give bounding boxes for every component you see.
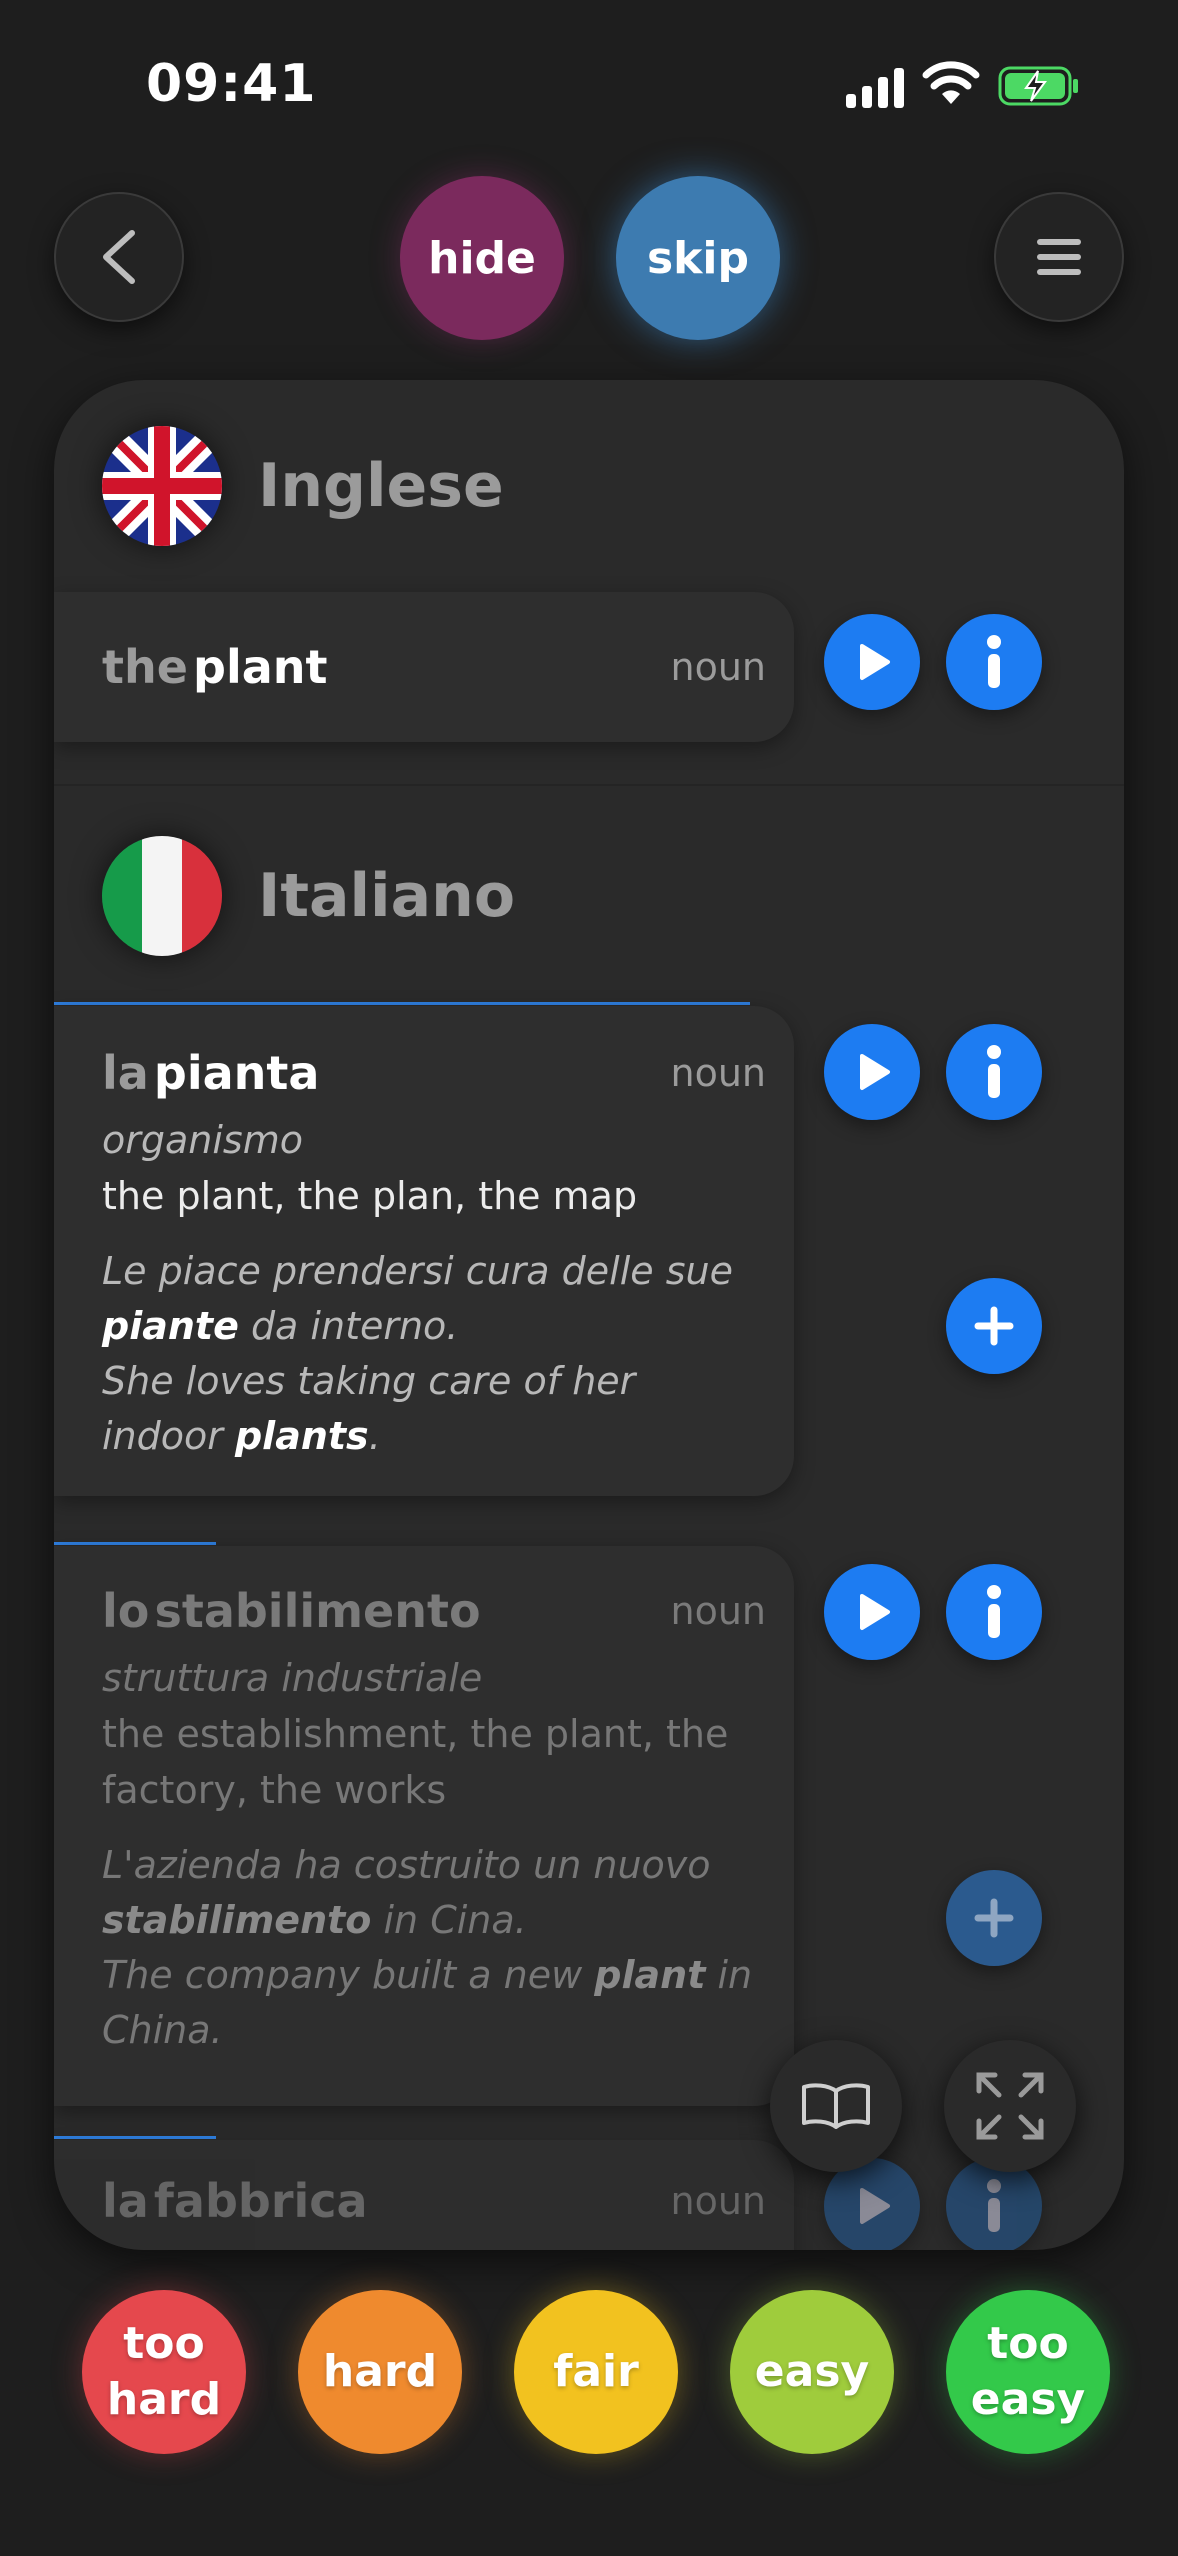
play-button[interactable] xyxy=(824,1564,920,1660)
entry-word: fabbrica xyxy=(153,2174,368,2228)
info-icon xyxy=(987,2179,1001,2232)
dictionary-button[interactable] xyxy=(770,2040,902,2172)
play-button[interactable] xyxy=(824,1024,920,1120)
target-entry[interactable]: lo stabilimento noun struttura industria… xyxy=(54,1546,794,2106)
uk-flag-icon xyxy=(102,426,222,546)
play-icon xyxy=(860,644,890,680)
play-icon xyxy=(860,1054,890,1090)
entry-word: stabilimento xyxy=(154,1584,481,1638)
entry-article: la xyxy=(102,2174,149,2228)
back-button[interactable] xyxy=(54,192,184,322)
entry-progress-bar xyxy=(54,2136,216,2139)
expand-button[interactable] xyxy=(944,2040,1076,2172)
target-language-header: Italiano xyxy=(102,836,515,956)
hide-button[interactable]: hide xyxy=(400,176,564,340)
entry-translations: the establishment, the plant, the factor… xyxy=(102,1712,729,1812)
entry-pos: noun xyxy=(670,2179,766,2223)
entry-sense: struttura industriale xyxy=(102,1656,483,1700)
target-language-name: Italiano xyxy=(258,861,516,931)
expand-icon xyxy=(976,2072,1044,2140)
back-chevron-icon xyxy=(103,230,135,284)
signal-icon xyxy=(846,64,906,108)
target-entry[interactable]: la pianta noun organismo the plant, the … xyxy=(54,1006,794,1496)
entry-example: Le piace prendersi cura delle sue piante… xyxy=(102,1249,734,1458)
info-button[interactable] xyxy=(946,1564,1042,1660)
entry-pos: noun xyxy=(670,645,766,689)
play-icon xyxy=(860,2188,890,2224)
info-icon xyxy=(987,635,1001,688)
entry-pos: noun xyxy=(670,1589,766,1633)
info-icon xyxy=(987,1585,1001,1638)
battery-charging-icon xyxy=(998,66,1078,106)
rate-label: fair xyxy=(553,2346,639,2397)
info-button[interactable] xyxy=(946,614,1042,710)
info-button[interactable] xyxy=(946,2158,1042,2250)
entry-translations: the plant, the plan, the map xyxy=(102,1174,638,1218)
rate-too-easy-button[interactable]: too easy xyxy=(946,2290,1110,2454)
book-icon xyxy=(802,2083,870,2129)
section-divider xyxy=(54,784,1124,786)
entry-article: the xyxy=(102,640,188,694)
add-button[interactable] xyxy=(946,1870,1042,1966)
entry-pos: noun xyxy=(670,1051,766,1095)
italy-flag-icon xyxy=(102,836,222,956)
info-button[interactable] xyxy=(946,1024,1042,1120)
status-time: 09:41 xyxy=(146,54,317,114)
rate-label: easy xyxy=(754,2346,870,2397)
wifi-icon xyxy=(922,61,980,104)
play-button[interactable] xyxy=(824,614,920,710)
rate-label: too easy xyxy=(970,2318,1086,2425)
target-entry[interactable]: la fabbrica noun xyxy=(54,2140,794,2250)
menu-icon xyxy=(1037,239,1081,275)
hide-label: hide xyxy=(428,232,536,284)
skip-button[interactable]: skip xyxy=(616,176,780,340)
rate-easy-button[interactable]: easy xyxy=(730,2290,894,2454)
rate-too-hard-button[interactable]: too hard xyxy=(82,2290,246,2454)
source-language-name: Inglese xyxy=(258,451,504,521)
source-entry[interactable]: the plant noun xyxy=(54,592,794,742)
plus-icon xyxy=(974,1898,1014,1938)
rate-label: hard xyxy=(322,2346,438,2397)
menu-button[interactable] xyxy=(994,192,1124,322)
info-icon xyxy=(987,1045,1001,1098)
rate-label: too hard xyxy=(106,2318,222,2425)
rate-fair-button[interactable]: fair xyxy=(514,2290,678,2454)
add-button[interactable] xyxy=(946,1278,1042,1374)
entry-progress-bar xyxy=(54,1002,750,1005)
play-icon xyxy=(860,1594,890,1630)
entry-article: lo xyxy=(102,1584,150,1638)
entry-sense: organismo xyxy=(102,1118,303,1162)
flashcard: Inglese the plant noun Italiano la piant… xyxy=(54,380,1124,2250)
skip-label: skip xyxy=(646,232,750,284)
entry-example: L'azienda ha costruito un nuovo stabilim… xyxy=(102,1843,753,2052)
rate-hard-button[interactable]: hard xyxy=(298,2290,462,2454)
entry-article: la xyxy=(102,1046,149,1100)
entry-word: plant xyxy=(193,640,328,694)
entry-word: pianta xyxy=(153,1046,320,1100)
source-language-header: Inglese xyxy=(102,426,504,546)
entry-progress-bar xyxy=(54,1542,216,1545)
plus-icon xyxy=(974,1306,1014,1346)
